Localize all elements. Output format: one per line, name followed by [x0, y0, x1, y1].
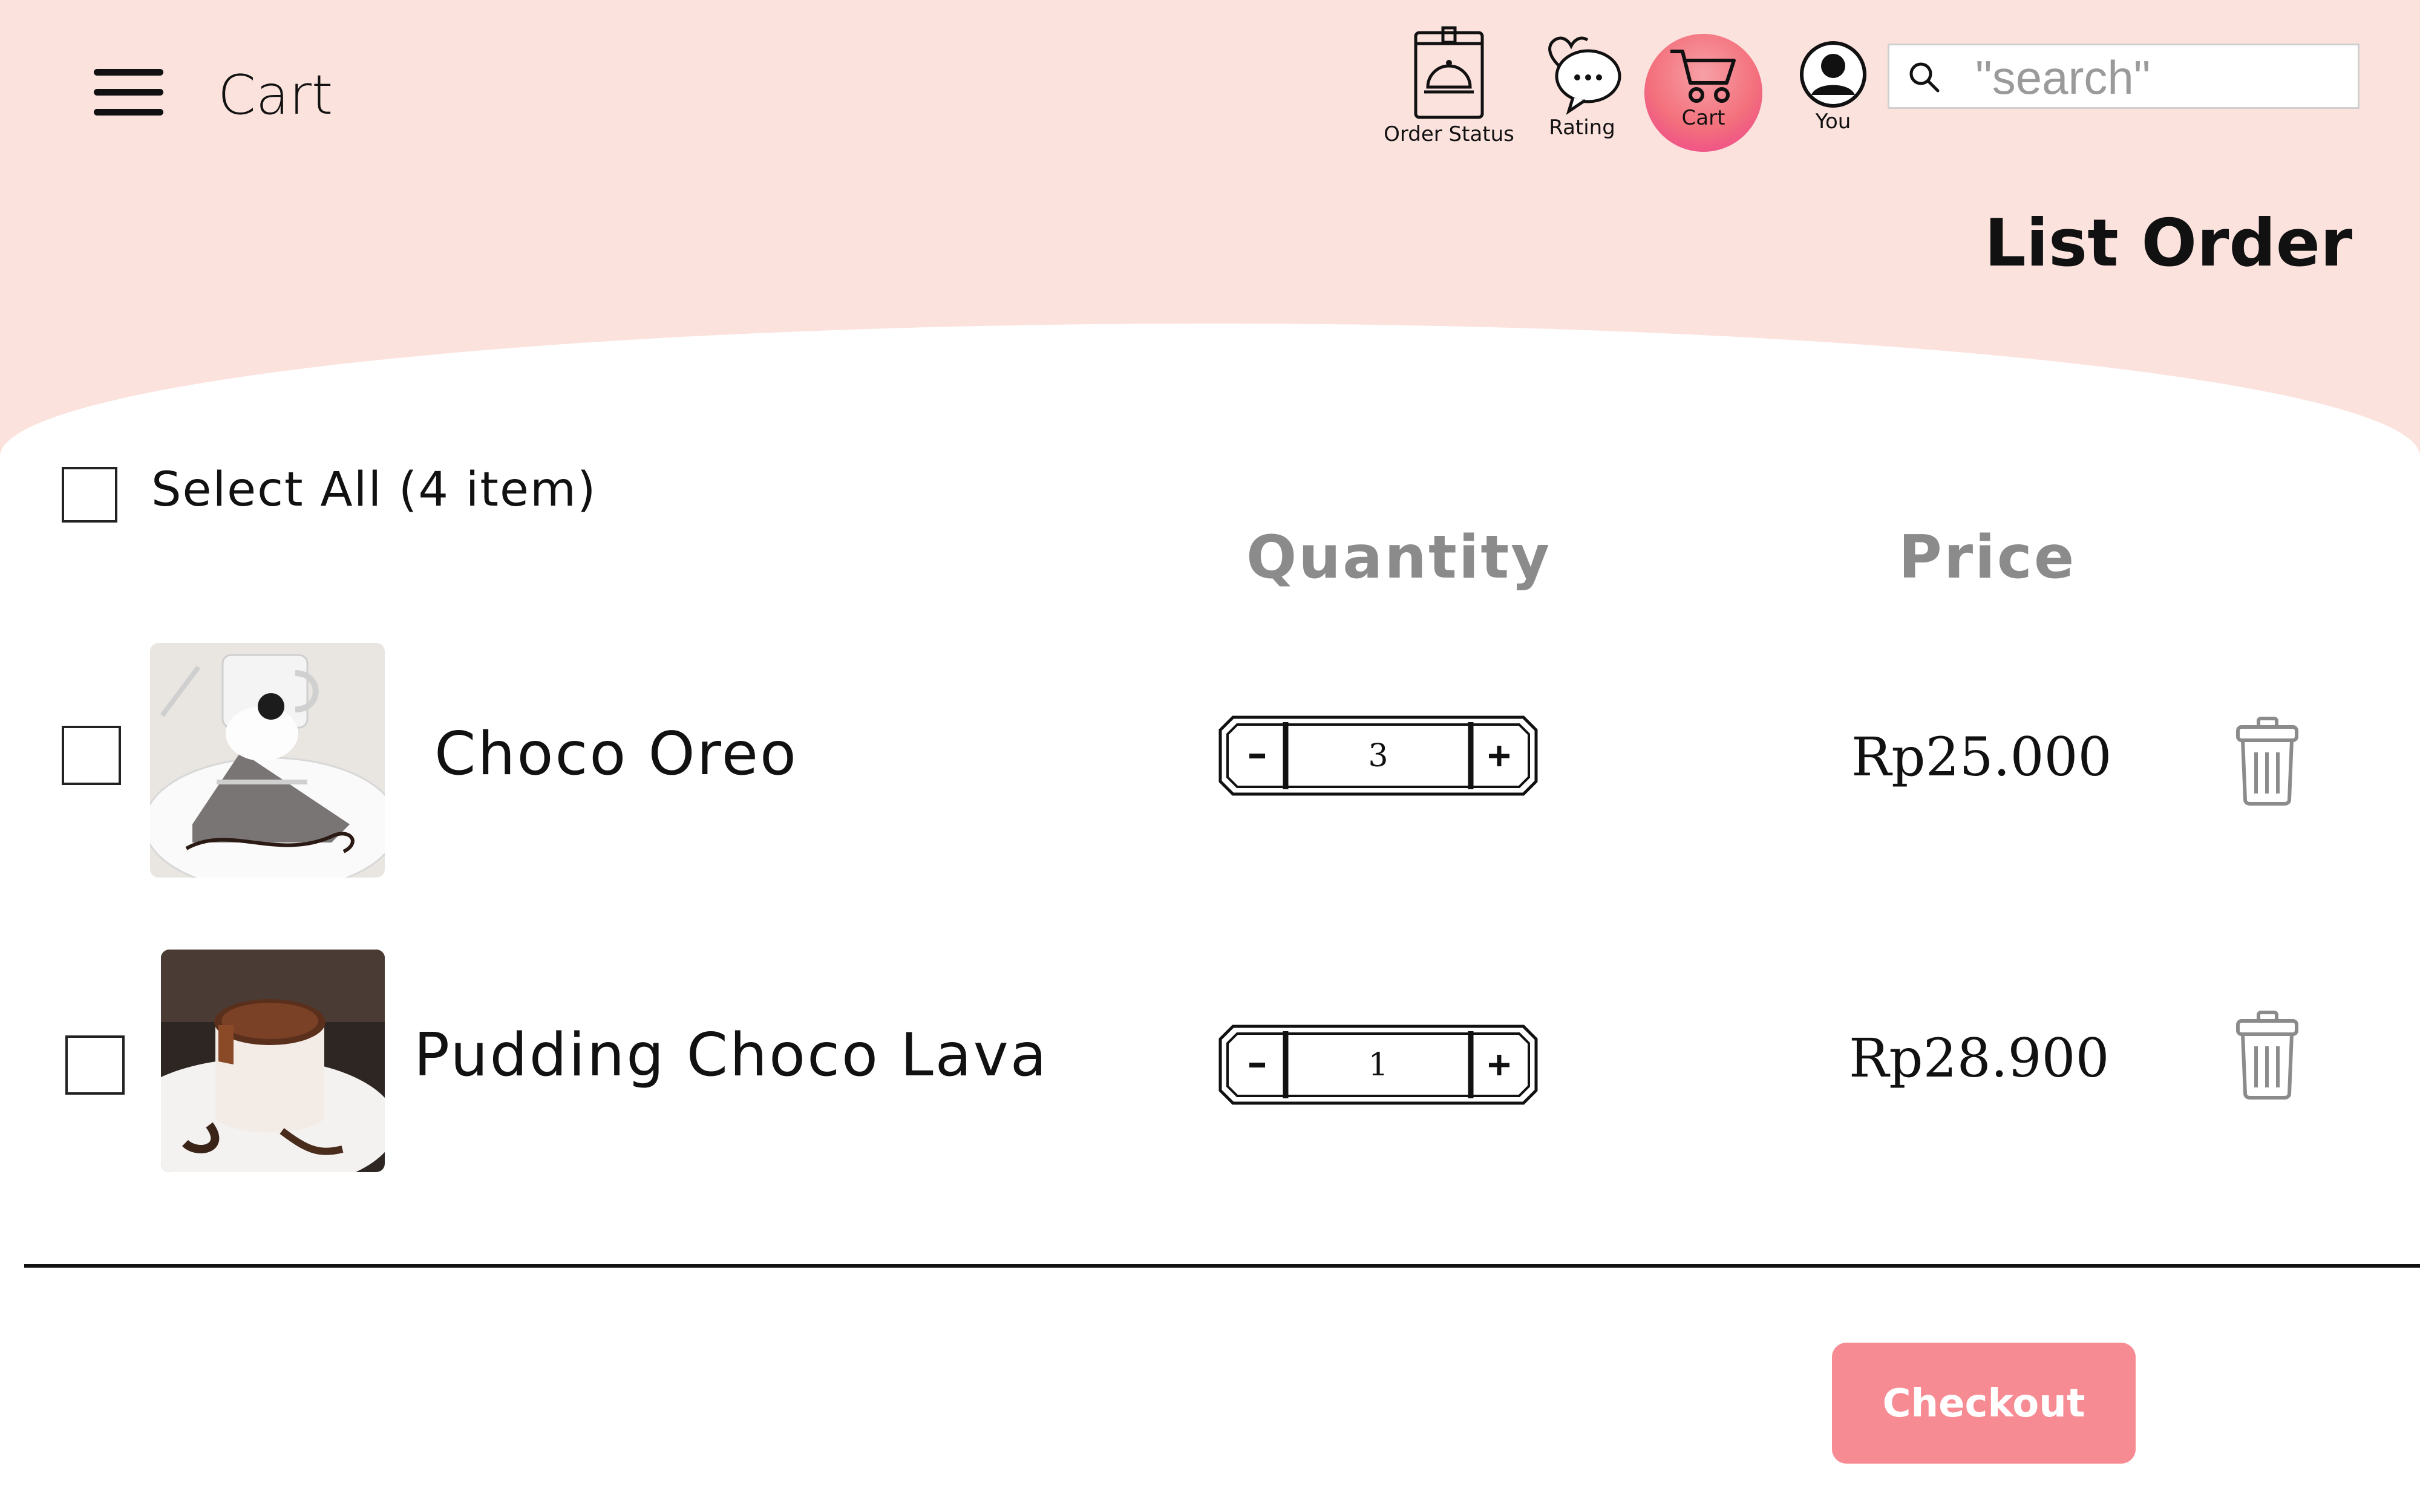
decrease-quantity-button[interactable]: [1230, 727, 1284, 784]
search-bar: [1888, 44, 2360, 109]
search-icon[interactable]: [1908, 60, 1941, 94]
quantity-value[interactable]: 1: [1290, 1047, 1466, 1083]
nav-label: Rating: [1549, 116, 1615, 140]
item-name: Pudding Choco Lava: [414, 1021, 1048, 1090]
delete-trash-icon[interactable]: [2235, 1009, 2299, 1100]
nav-you[interactable]: You: [1788, 39, 1879, 134]
divider: [24, 1264, 2420, 1268]
nav-cart[interactable]: Cart: [1644, 45, 1762, 130]
nav-label: Cart: [1681, 106, 1725, 130]
nav-label: You: [1815, 109, 1851, 134]
rating-icon: [1548, 36, 1621, 115]
hamburger-menu-icon[interactable]: [94, 67, 163, 118]
item-name: Choco Oreo: [434, 720, 799, 789]
item-price: Rp25.000: [1851, 726, 2112, 788]
delete-trash-icon[interactable]: [2235, 715, 2299, 806]
select-all-checkbox[interactable]: [62, 467, 117, 523]
decrease-quantity-button[interactable]: [1230, 1036, 1284, 1093]
nav-rating[interactable]: Rating: [1528, 34, 1637, 140]
quantity-stepper: 3: [1218, 715, 1539, 797]
order-status-icon: [1414, 26, 1484, 119]
quantity-stepper: 1: [1218, 1024, 1539, 1106]
search-input[interactable]: [1974, 50, 2352, 105]
item-checkbox[interactable]: [62, 726, 121, 785]
list-order-heading: List Order: [1984, 206, 2353, 281]
cart-icon: [1670, 50, 1736, 103]
quantity-column-header: Quantity: [1246, 523, 1552, 592]
checkout-button[interactable]: Checkout: [1832, 1343, 2136, 1464]
user-icon: [1800, 41, 1866, 108]
nav-order-status[interactable]: Order Status: [1382, 25, 1516, 146]
item-price: Rp28.900: [1849, 1027, 2110, 1089]
quantity-value[interactable]: 3: [1290, 738, 1466, 774]
item-checkbox[interactable]: [65, 1035, 125, 1095]
price-column-header: Price: [1898, 523, 2076, 592]
increase-quantity-button[interactable]: [1472, 1036, 1526, 1093]
select-all-label: Select All (4 item): [151, 463, 597, 517]
nav-label: Order Status: [1384, 122, 1514, 146]
choco-oreo-cake-image: [150, 643, 385, 878]
pudding-choco-lava-image: [161, 950, 385, 1172]
page-title: Cart: [218, 64, 333, 127]
increase-quantity-button[interactable]: [1472, 727, 1526, 784]
